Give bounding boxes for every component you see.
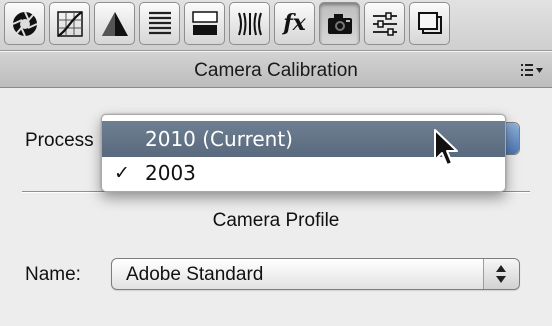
panel-header: Camera Calibration <box>0 51 552 88</box>
hsl-icon <box>149 11 171 35</box>
tab-snapshots[interactable] <box>409 2 450 45</box>
menu-item-label: 2010 (Current) <box>145 127 293 151</box>
panel-menu-icon[interactable] <box>520 62 544 78</box>
tab-split-toning[interactable] <box>184 2 225 45</box>
select-stepper[interactable] <box>483 259 519 289</box>
profile-name-label: Name: <box>25 264 81 285</box>
menu-item-label: 2003 <box>145 161 196 185</box>
process-label: Process <box>25 130 94 151</box>
tab-presets[interactable] <box>364 2 405 45</box>
checkmark-icon: ✓ <box>114 162 130 184</box>
panel-title: Camera Calibration <box>194 60 358 81</box>
split-toning-icon <box>102 12 128 36</box>
tab-camera-calibration[interactable] <box>319 2 360 45</box>
presets-sliders-icon <box>373 12 397 36</box>
aperture-icon <box>12 11 38 37</box>
mouse-pointer-icon <box>434 129 458 166</box>
snapshots-icon <box>418 12 442 34</box>
camera-profile-heading: Camera Profile <box>212 210 340 231</box>
camera-icon <box>328 14 352 34</box>
tab-basic[interactable] <box>4 2 45 45</box>
profile-name-select[interactable]: Adobe Standard <box>111 258 520 290</box>
tab-lens-corrections[interactable] <box>229 2 270 45</box>
tab-effects[interactable]: fx <box>274 2 315 45</box>
grayscale-icon <box>192 11 218 35</box>
panel-tab-toolbar: fx <box>0 0 552 51</box>
lens-corrections-icon <box>238 12 262 36</box>
tone-curve-icon <box>57 11 83 37</box>
tab-detail[interactable] <box>94 2 135 45</box>
up-down-arrows-icon <box>496 265 506 283</box>
effects-icon: fx <box>283 10 306 36</box>
tab-tone-curve[interactable] <box>49 2 90 45</box>
profile-name-value: Adobe Standard <box>126 264 264 285</box>
tab-hsl[interactable] <box>139 2 180 45</box>
